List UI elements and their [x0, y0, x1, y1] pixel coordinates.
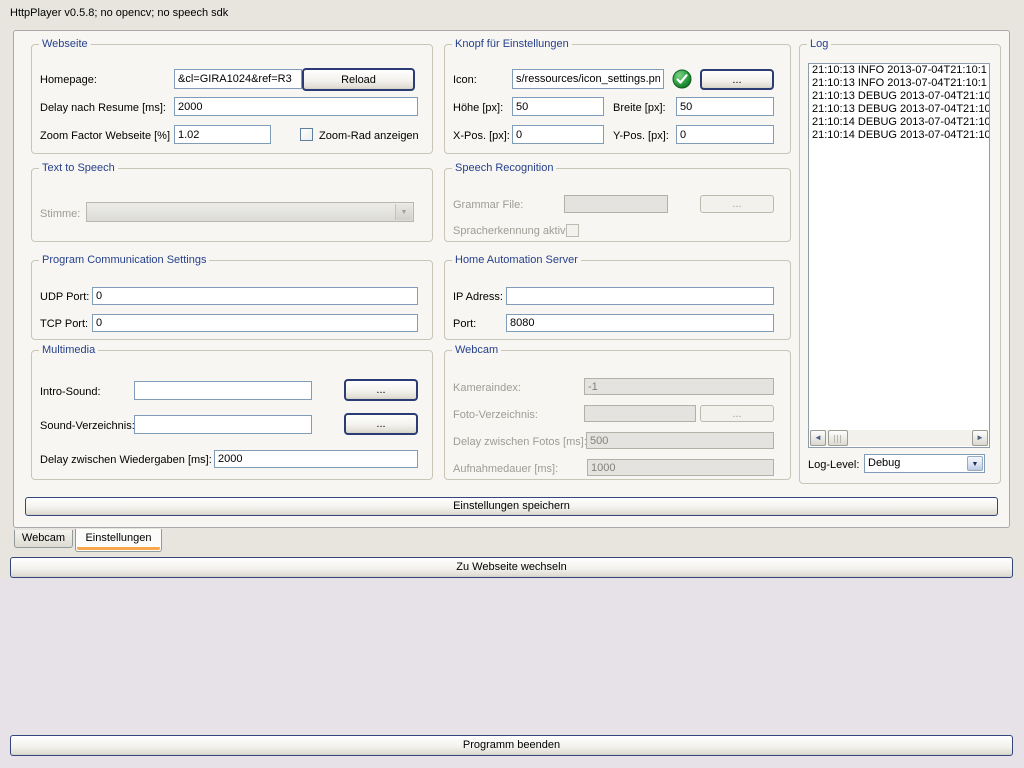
sound-verzeichnis-input[interactable] [134, 415, 312, 434]
log-entry: 21:10:13 DEBUG 2013-07-04T21:10: [809, 103, 989, 116]
homepage-label: Homepage: [40, 73, 97, 87]
icon-path-input[interactable] [512, 69, 664, 89]
group-tts-title: Text to Speech [39, 162, 118, 175]
aufnahmedauer-label: Aufnahmedauer [ms]: [453, 462, 558, 476]
scroll-right-icon[interactable]: ► [972, 430, 988, 446]
settings-tab-page: Webseite Homepage: Reload Delay nach Res… [13, 30, 1010, 528]
delay-resume-input[interactable] [174, 97, 418, 116]
group-comm: Program Communication Settings UDP Port:… [31, 260, 433, 340]
zoom-factor-input[interactable] [174, 125, 271, 144]
switch-to-website-button[interactable]: Zu Webseite wechseln [10, 557, 1013, 578]
log-level-combobox[interactable]: Debug ▼ [864, 454, 985, 473]
group-speech-title: Speech Recognition [452, 162, 556, 175]
group-server: Home Automation Server IP Adress: Port: [444, 260, 791, 340]
chevron-down-icon: ▼ [395, 204, 412, 220]
delay-resume-label: Delay nach Resume [ms]: [40, 101, 166, 115]
delay-fotos-input-disabled [586, 432, 774, 449]
exit-program-button[interactable]: Programm beenden [10, 735, 1013, 756]
tcp-port-input[interactable] [92, 314, 418, 332]
breite-input[interactable] [676, 97, 774, 116]
ip-adress-label: IP Adress: [453, 290, 503, 304]
log-listbox[interactable]: 21:10:13 INFO 2013-07-04T21:10:1 21:10:1… [808, 63, 990, 448]
foto-verzeichnis-input-disabled [584, 405, 696, 422]
server-port-input[interactable] [506, 314, 774, 332]
foto-verzeichnis-browse-button-disabled: ... [700, 405, 774, 422]
group-server-title: Home Automation Server [452, 254, 581, 267]
group-multimedia-title: Multimedia [39, 344, 98, 357]
delay-wiedergaben-input[interactable] [214, 450, 418, 468]
tcp-port-label: TCP Port: [40, 317, 88, 331]
log-level-value: Debug [868, 457, 900, 470]
xpos-input[interactable] [512, 125, 604, 144]
delay-fotos-label: Delay zwischen Fotos [ms]: [453, 435, 587, 449]
tab-einstellungen-label: Einstellungen [85, 532, 151, 544]
group-webcam: Webcam Kameraindex: Foto-Verzeichnis: ..… [444, 350, 791, 480]
group-comm-title: Program Communication Settings [39, 254, 209, 267]
group-speech: Speech Recognition Grammar File: ... Spr… [444, 168, 791, 242]
breite-label: Breite [px]: [613, 101, 666, 115]
group-webseite-title: Webseite [39, 38, 91, 51]
log-entry: 21:10:13 INFO 2013-07-04T21:10:1 [809, 77, 989, 90]
icon-label: Icon: [453, 73, 477, 87]
icon-valid-check-icon [672, 69, 692, 89]
save-settings-button[interactable]: Einstellungen speichern [25, 497, 998, 516]
reload-button[interactable]: Reload [302, 68, 415, 91]
foto-verzeichnis-label: Foto-Verzeichnis: [453, 408, 538, 422]
hoehe-label: Höhe [px]: [453, 101, 503, 115]
app-window: HttpPlayer v0.5.8; no opencv; no speech … [0, 0, 1024, 768]
sound-verzeichnis-browse-button[interactable]: ... [344, 413, 418, 435]
group-webcam-title: Webcam [452, 344, 501, 357]
ypos-input[interactable] [676, 125, 774, 144]
log-entry: 21:10:14 DEBUG 2013-07-04T21:10: [809, 129, 989, 142]
sound-verzeichnis-label: Sound-Verzeichnis: [40, 419, 135, 433]
ip-adress-input[interactable] [506, 287, 774, 305]
intro-sound-input[interactable] [134, 381, 312, 400]
active-tab-accent [77, 547, 160, 550]
group-knopf-title: Knopf für Einstellungen [452, 38, 572, 51]
spracherkennung-checkbox-disabled [566, 224, 579, 237]
ypos-label: Y-Pos. [px]: [613, 129, 669, 143]
log-level-label: Log-Level: [808, 458, 859, 472]
grammar-file-label: Grammar File: [453, 198, 523, 212]
kameraindex-label: Kameraindex: [453, 381, 521, 395]
aufnahmedauer-input-disabled [587, 459, 774, 476]
group-multimedia: Multimedia Intro-Sound: ... Sound-Verzei… [31, 350, 433, 480]
intro-sound-browse-button[interactable]: ... [344, 379, 418, 401]
log-entry: 21:10:13 INFO 2013-07-04T21:10:1 [809, 64, 989, 77]
scrollbar-thumb[interactable] [828, 430, 848, 446]
udp-port-label: UDP Port: [40, 290, 89, 304]
grammar-browse-button-disabled: ... [700, 195, 774, 213]
kameraindex-input-disabled [584, 378, 774, 395]
zoom-factor-label: Zoom Factor Webseite [%] [40, 129, 170, 143]
log-entry: 21:10:13 DEBUG 2013-07-04T21:10: [809, 90, 989, 103]
intro-sound-label: Intro-Sound: [40, 385, 101, 399]
zoom-rad-checkbox[interactable] [300, 128, 313, 141]
grammar-file-input-disabled [564, 195, 668, 213]
tab-webcam[interactable]: Webcam [14, 530, 73, 548]
spracherkennung-label: Spracherkennung aktiv [453, 224, 566, 238]
homepage-input[interactable] [174, 69, 302, 89]
icon-browse-button[interactable]: ... [700, 69, 774, 90]
window-title: HttpPlayer v0.5.8; no opencv; no speech … [10, 6, 228, 20]
chevron-down-icon[interactable]: ▼ [967, 456, 983, 471]
tab-einstellungen[interactable]: Einstellungen [75, 529, 162, 552]
stimme-combobox-disabled: ▼ [86, 202, 414, 222]
group-knopf: Knopf für Einstellungen Icon: ... [444, 44, 791, 154]
group-log-title: Log [807, 38, 831, 51]
group-log: Log 21:10:13 INFO 2013-07-04T21:10:1 21:… [799, 44, 1001, 484]
scroll-left-icon[interactable]: ◄ [810, 430, 826, 446]
zoom-rad-label: Zoom-Rad anzeigen [319, 129, 419, 143]
hoehe-input[interactable] [512, 97, 604, 116]
stimme-label: Stimme: [40, 207, 80, 221]
udp-port-input[interactable] [92, 287, 418, 305]
server-port-label: Port: [453, 317, 476, 331]
delay-wiedergaben-label: Delay zwischen Wiedergaben [ms]: [40, 453, 212, 467]
xpos-label: X-Pos. [px]: [453, 129, 510, 143]
log-horizontal-scrollbar[interactable]: ◄ ► [810, 430, 988, 446]
log-entry: 21:10:14 DEBUG 2013-07-04T21:10: [809, 116, 989, 129]
group-webseite: Webseite Homepage: Reload Delay nach Res… [31, 44, 433, 154]
group-tts: Text to Speech Stimme: ▼ [31, 168, 433, 242]
